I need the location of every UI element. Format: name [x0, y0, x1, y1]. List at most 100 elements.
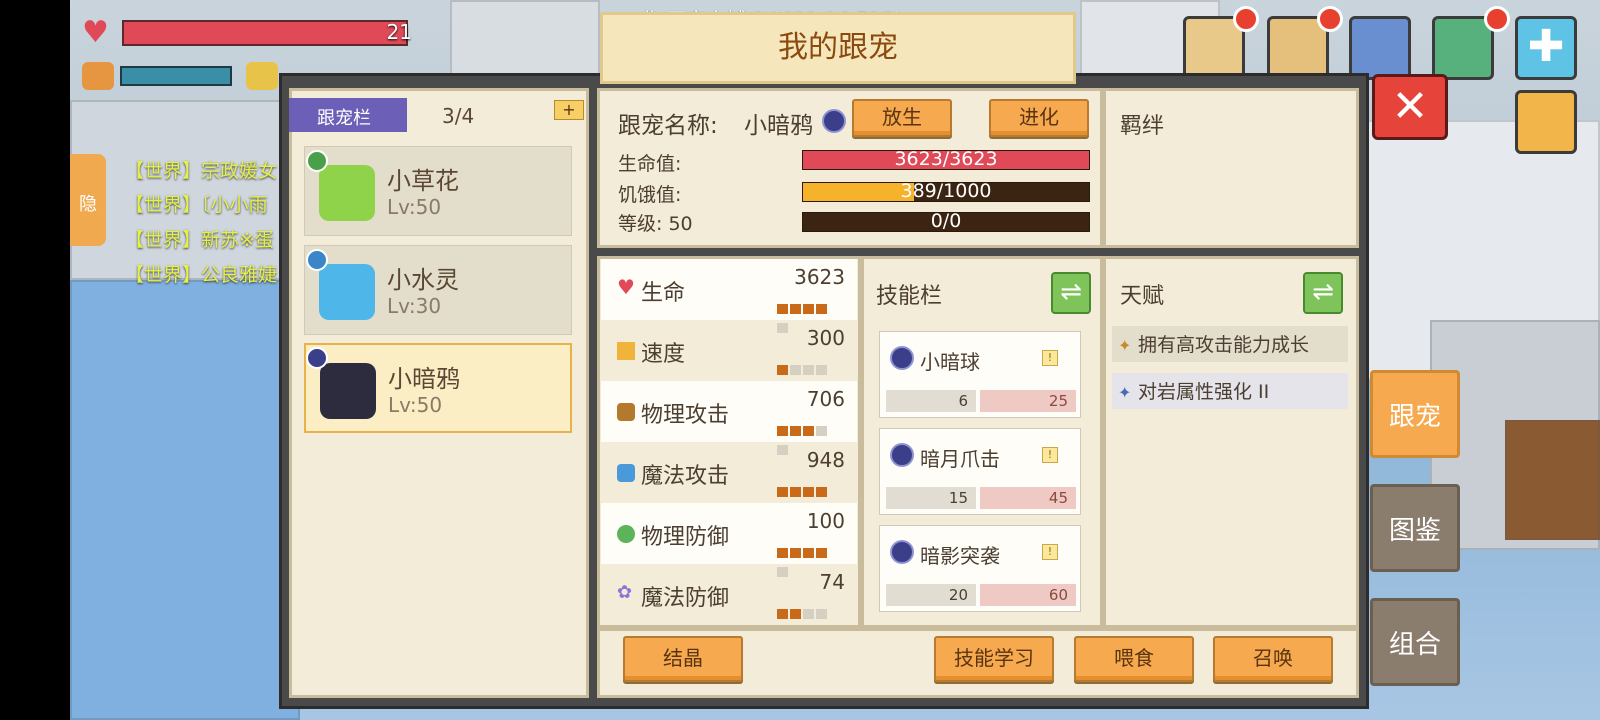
stat-value: 3623	[794, 265, 845, 289]
crystal-button[interactable]: 结晶	[623, 636, 743, 682]
dark-crow-pet-icon	[320, 363, 376, 419]
stat-rating-segment	[777, 548, 788, 558]
pet-item[interactable]: 小水灵 Lv:30	[304, 245, 572, 335]
level-label: 等级: 50	[618, 213, 693, 235]
dark-element-icon	[890, 346, 914, 370]
stat-row-hp: ♥ 生命 3623	[601, 259, 857, 333]
pet-name: 小草花	[387, 167, 459, 195]
stat-rating-segment	[777, 426, 788, 436]
stat-rating-bars	[777, 604, 841, 638]
feed-button[interactable]: 喂食	[1074, 636, 1194, 682]
notification-badge	[1233, 6, 1259, 32]
stat-rating-segment	[803, 609, 814, 619]
pet-item-selected[interactable]: 小暗鸦 Lv:50	[304, 343, 572, 433]
magic-hand-icon	[617, 464, 635, 482]
tab-combination[interactable]: 组合	[1370, 598, 1460, 686]
talent-title: 天赋	[1120, 284, 1165, 309]
stat-rating-segment	[790, 548, 801, 558]
chat-message: 【世界】〔小小雨	[125, 194, 268, 216]
stat-rating-segment	[790, 609, 801, 619]
stat-rating-segment	[790, 487, 801, 497]
skill-power: 25	[980, 390, 1076, 412]
shield-icon	[617, 525, 635, 543]
info-icon[interactable]: !	[1042, 350, 1058, 366]
talent-item[interactable]: 拥有高攻击能力成长	[1112, 326, 1348, 362]
chat-message: 【世界】宗政媛女	[125, 160, 278, 182]
pet-item[interactable]: 小草花 Lv:50	[304, 146, 572, 236]
stat-label: 魔法攻击	[641, 464, 730, 489]
stat-row-physical-attack: 物理攻击 706	[601, 381, 857, 455]
stat-rating-segment	[803, 548, 814, 558]
stat-rating-segment	[803, 487, 814, 497]
water-element-icon	[306, 249, 328, 271]
chat-message: 【世界】新苏※蛋	[125, 229, 274, 251]
stat-rating-segment	[790, 365, 801, 375]
skill-power: 60	[980, 584, 1076, 606]
stat-rating-bars	[777, 421, 841, 455]
magic-shield-icon: ✿	[617, 582, 633, 603]
close-icon[interactable]: ✕	[1372, 74, 1448, 140]
hp-value: 3623/3623	[894, 148, 998, 170]
stat-rating-segment	[777, 609, 788, 619]
grass-element-icon	[306, 150, 328, 172]
exp-value: 0/0	[930, 210, 962, 232]
plus-icon[interactable]: ✚	[1515, 16, 1577, 80]
world-block	[70, 280, 300, 720]
dark-element-icon	[822, 109, 846, 133]
armor-icon	[246, 62, 278, 90]
health-bar	[122, 20, 408, 46]
skill-power: 45	[980, 487, 1076, 509]
stat-value: 74	[819, 570, 845, 594]
skill-name: 小暗球	[920, 350, 980, 374]
stat-rating-segment	[816, 487, 827, 497]
chat-hide-button[interactable]: 隐	[70, 154, 106, 246]
blocks-icon[interactable]	[1515, 90, 1577, 154]
skill-card[interactable]: 暗月爪击 ! 15 45	[879, 428, 1081, 515]
stat-rating-segment	[816, 426, 827, 436]
tab-handbook[interactable]: 图鉴	[1370, 484, 1460, 572]
bond-title: 羁绊	[1120, 114, 1165, 139]
skill-swap-icon[interactable]: ⇌	[1051, 272, 1091, 314]
stat-value: 100	[806, 509, 845, 533]
shop-icon[interactable]	[1432, 16, 1494, 80]
summon-button[interactable]: 召唤	[1213, 636, 1333, 682]
talent-swap-icon[interactable]: ⇌	[1303, 272, 1343, 314]
fist-icon	[617, 403, 635, 421]
stat-rating-segment	[803, 304, 814, 314]
stat-value: 706	[806, 387, 845, 411]
release-button[interactable]: 放生	[852, 99, 952, 137]
info-icon[interactable]: !	[1042, 544, 1058, 560]
talent-item[interactable]: 对岩属性强化 II	[1112, 373, 1348, 409]
learn-skill-button[interactable]: 技能学习	[934, 636, 1054, 682]
add-pet-slot-button[interactable]: +	[554, 100, 584, 120]
stat-rating-segment	[790, 304, 801, 314]
evolve-button[interactable]: 进化	[989, 99, 1089, 137]
tab-pet[interactable]: 跟宠	[1370, 370, 1460, 458]
pet-name-label: 跟宠名称:	[618, 113, 718, 139]
stat-row-magic-attack: 魔法攻击 948	[601, 442, 857, 516]
stat-rating-segment	[816, 304, 827, 314]
stat-value: 948	[806, 448, 845, 472]
stat-row-physical-defense: 物理防御 100	[601, 503, 857, 577]
stat-rating-bars	[777, 543, 841, 577]
pet-name-value: 小暗鸦	[744, 113, 813, 139]
pet-name: 小暗鸦	[388, 365, 460, 393]
skill-card[interactable]: 暗影突袭 ! 20 60	[879, 525, 1081, 612]
skill-cooldown: 20	[886, 584, 976, 606]
skill-cooldown: 6	[886, 390, 976, 412]
pet-level: Lv:50	[387, 195, 442, 219]
info-icon[interactable]: !	[1042, 447, 1058, 463]
pet-count: 3/4	[442, 104, 475, 128]
skill-name: 暗影突袭	[920, 544, 1000, 568]
stat-label: 速度	[641, 342, 686, 367]
stat-label: 生命	[641, 281, 686, 306]
stat-rating-segment	[777, 365, 788, 375]
dialog-title: 我的跟宠	[600, 12, 1076, 84]
skill-card[interactable]: 小暗球 ! 6 25	[879, 331, 1081, 418]
hp-label: 生命值:	[618, 153, 682, 175]
stat-row-speed: 速度 300	[601, 320, 857, 394]
boot-icon	[617, 342, 635, 360]
health-value: 21	[386, 20, 412, 44]
chat-icon[interactable]	[1349, 16, 1411, 80]
stat-rating-segment	[803, 426, 814, 436]
